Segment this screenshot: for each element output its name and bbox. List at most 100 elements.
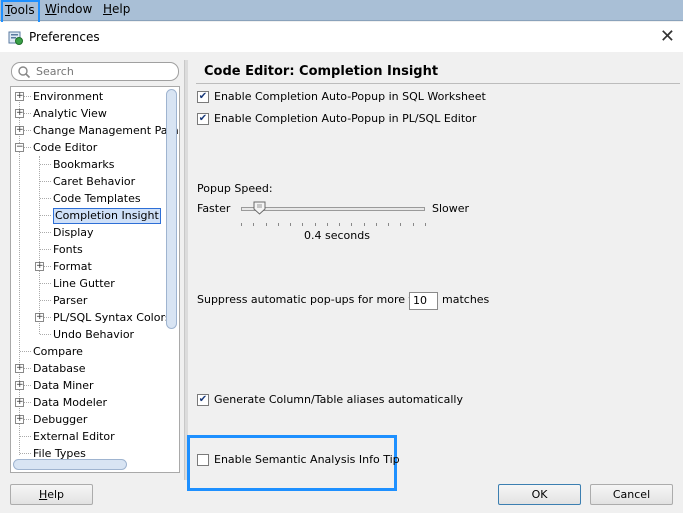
tree-item[interactable]: Display bbox=[11, 224, 166, 241]
ok-button[interactable]: OK bbox=[498, 484, 581, 505]
tree-item-label: Bookmarks bbox=[53, 158, 115, 171]
tree-item[interactable]: + PL/SQL Syntax Colors bbox=[11, 309, 171, 326]
tree-item-label: Format bbox=[53, 260, 92, 273]
expand-icon[interactable]: + bbox=[15, 381, 24, 390]
help-button[interactable]: Help bbox=[10, 484, 93, 505]
tree-item[interactable]: − Code Editor bbox=[11, 139, 166, 156]
suppress-unit-label: matches bbox=[442, 293, 490, 306]
tree-item[interactable]: Completion Insight bbox=[11, 207, 166, 224]
slider-tick bbox=[241, 223, 242, 226]
tree-item-label: Caret Behavior bbox=[53, 175, 136, 188]
expand-icon[interactable]: + bbox=[15, 364, 24, 373]
tree-connector bbox=[40, 283, 51, 284]
tree-item[interactable]: + Debugger bbox=[11, 411, 166, 428]
tree-connector bbox=[20, 453, 31, 454]
slider-max-label: Slower bbox=[432, 202, 470, 215]
slider-tick bbox=[290, 223, 291, 226]
slider-tick bbox=[400, 223, 401, 226]
slider-tick bbox=[266, 223, 267, 226]
tree-item-label: Environment bbox=[33, 90, 104, 103]
tree-item[interactable]: + Data Modeler bbox=[11, 394, 166, 411]
aliases-label: Generate Column/Table aliases automatica… bbox=[214, 393, 463, 406]
slider-tick bbox=[253, 223, 254, 226]
suppress-count-field[interactable]: 10 bbox=[409, 292, 438, 310]
tree-item[interactable]: External Editor bbox=[11, 428, 166, 445]
tree-item-label: Data Miner bbox=[33, 379, 94, 392]
auto-popup-plsql-checkbox[interactable]: ✔ bbox=[197, 113, 209, 125]
tree-item[interactable]: + Analytic View bbox=[11, 105, 166, 122]
tree-item-label: Code Editor bbox=[33, 141, 98, 154]
expand-icon[interactable]: + bbox=[15, 109, 24, 118]
tree-item-label: External Editor bbox=[33, 430, 115, 443]
tree-item[interactable]: Compare bbox=[11, 343, 166, 360]
tree-item-label: Completion Insight bbox=[53, 208, 161, 224]
tree-item-label: Compare bbox=[33, 345, 83, 358]
menu-window-label: indow bbox=[56, 2, 93, 16]
search-icon bbox=[18, 66, 31, 79]
slider-tick bbox=[376, 223, 377, 226]
expand-icon[interactable]: + bbox=[15, 92, 24, 101]
slider-tick bbox=[339, 223, 340, 226]
help-button-mnemonic: H bbox=[38, 488, 48, 501]
expand-icon[interactable]: + bbox=[15, 398, 24, 407]
tree-connector bbox=[40, 249, 51, 250]
popup-speed-value: 0.4 seconds bbox=[304, 229, 370, 242]
slider-min-label: Faster bbox=[197, 202, 231, 215]
tree-item[interactable]: + Change Management Parar bbox=[11, 122, 179, 139]
slider-tick bbox=[302, 223, 303, 226]
popup-speed-slider[interactable] bbox=[241, 207, 425, 211]
menu-window[interactable]: Window bbox=[43, 1, 94, 19]
cancel-button[interactable]: Cancel bbox=[590, 484, 673, 505]
tree-item[interactable]: + Format bbox=[11, 258, 166, 275]
slider-tick bbox=[425, 223, 426, 226]
tree-item-label: Undo Behavior bbox=[53, 328, 135, 341]
page-title: Code Editor: Completion Insight bbox=[196, 62, 680, 84]
tree-connector bbox=[20, 436, 31, 437]
expand-icon[interactable]: + bbox=[35, 262, 44, 271]
expand-icon[interactable]: + bbox=[35, 313, 44, 322]
close-icon[interactable]: ✕ bbox=[660, 26, 675, 47]
tree-item[interactable]: Bookmarks bbox=[11, 156, 166, 173]
tree-item[interactable]: Undo Behavior bbox=[11, 326, 166, 343]
search-input[interactable] bbox=[34, 64, 174, 79]
search-box[interactable] bbox=[11, 62, 179, 81]
tree-item[interactable]: + Database bbox=[11, 360, 166, 377]
expand-icon[interactable]: + bbox=[15, 415, 24, 424]
tree-item-label: Parser bbox=[53, 294, 88, 307]
menu-window-mnemonic: W bbox=[45, 2, 57, 16]
menu-help-mnemonic: H bbox=[103, 2, 113, 16]
tree-item[interactable]: + Environment bbox=[11, 88, 166, 105]
collapse-icon[interactable]: − bbox=[15, 143, 24, 152]
tree-connector bbox=[40, 164, 51, 165]
menu-help-label: elp bbox=[112, 2, 131, 16]
tree-vertical-scrollbar[interactable] bbox=[166, 89, 177, 329]
tree-horizontal-scrollbar[interactable] bbox=[13, 459, 127, 470]
tree-connector bbox=[40, 181, 51, 182]
tree-item-label: Display bbox=[53, 226, 94, 239]
semantic-checkbox[interactable] bbox=[197, 454, 209, 466]
slider-tick bbox=[278, 223, 279, 226]
tree-item[interactable]: Line Gutter bbox=[11, 275, 166, 292]
panel-splitter[interactable] bbox=[184, 60, 188, 480]
tree-item[interactable]: + Data Miner bbox=[11, 377, 166, 394]
dialog-title: Preferences bbox=[29, 30, 100, 44]
slider-thumb[interactable] bbox=[253, 201, 266, 215]
tree-item-label: Line Gutter bbox=[53, 277, 115, 290]
dialog-titlebar: Preferences ✕ bbox=[0, 22, 683, 52]
preferences-tree[interactable]: + Environment + Analytic View + Change Manage… bbox=[10, 86, 180, 473]
menu-help[interactable]: Help bbox=[101, 1, 132, 19]
tree-item-label: Data Modeler bbox=[33, 396, 108, 409]
help-button-label: elp bbox=[47, 488, 65, 501]
menu-tools[interactable]: Tools bbox=[1, 0, 40, 24]
tree-item-label: Fonts bbox=[53, 243, 83, 256]
aliases-checkbox[interactable]: ✔ bbox=[197, 394, 209, 406]
auto-popup-sql-label: Enable Completion Auto-Popup in SQL Work… bbox=[214, 90, 486, 103]
tree-item[interactable]: Caret Behavior bbox=[11, 173, 166, 190]
tree-item[interactable]: Parser bbox=[11, 292, 166, 309]
tree-item[interactable]: Fonts bbox=[11, 241, 166, 258]
auto-popup-sql-checkbox[interactable]: ✔ bbox=[197, 91, 209, 103]
expand-icon[interactable]: + bbox=[15, 126, 24, 135]
tree-connector bbox=[40, 334, 51, 335]
tree-item-label: Change Management Parar bbox=[33, 124, 180, 137]
tree-item[interactable]: Code Templates bbox=[11, 190, 166, 207]
